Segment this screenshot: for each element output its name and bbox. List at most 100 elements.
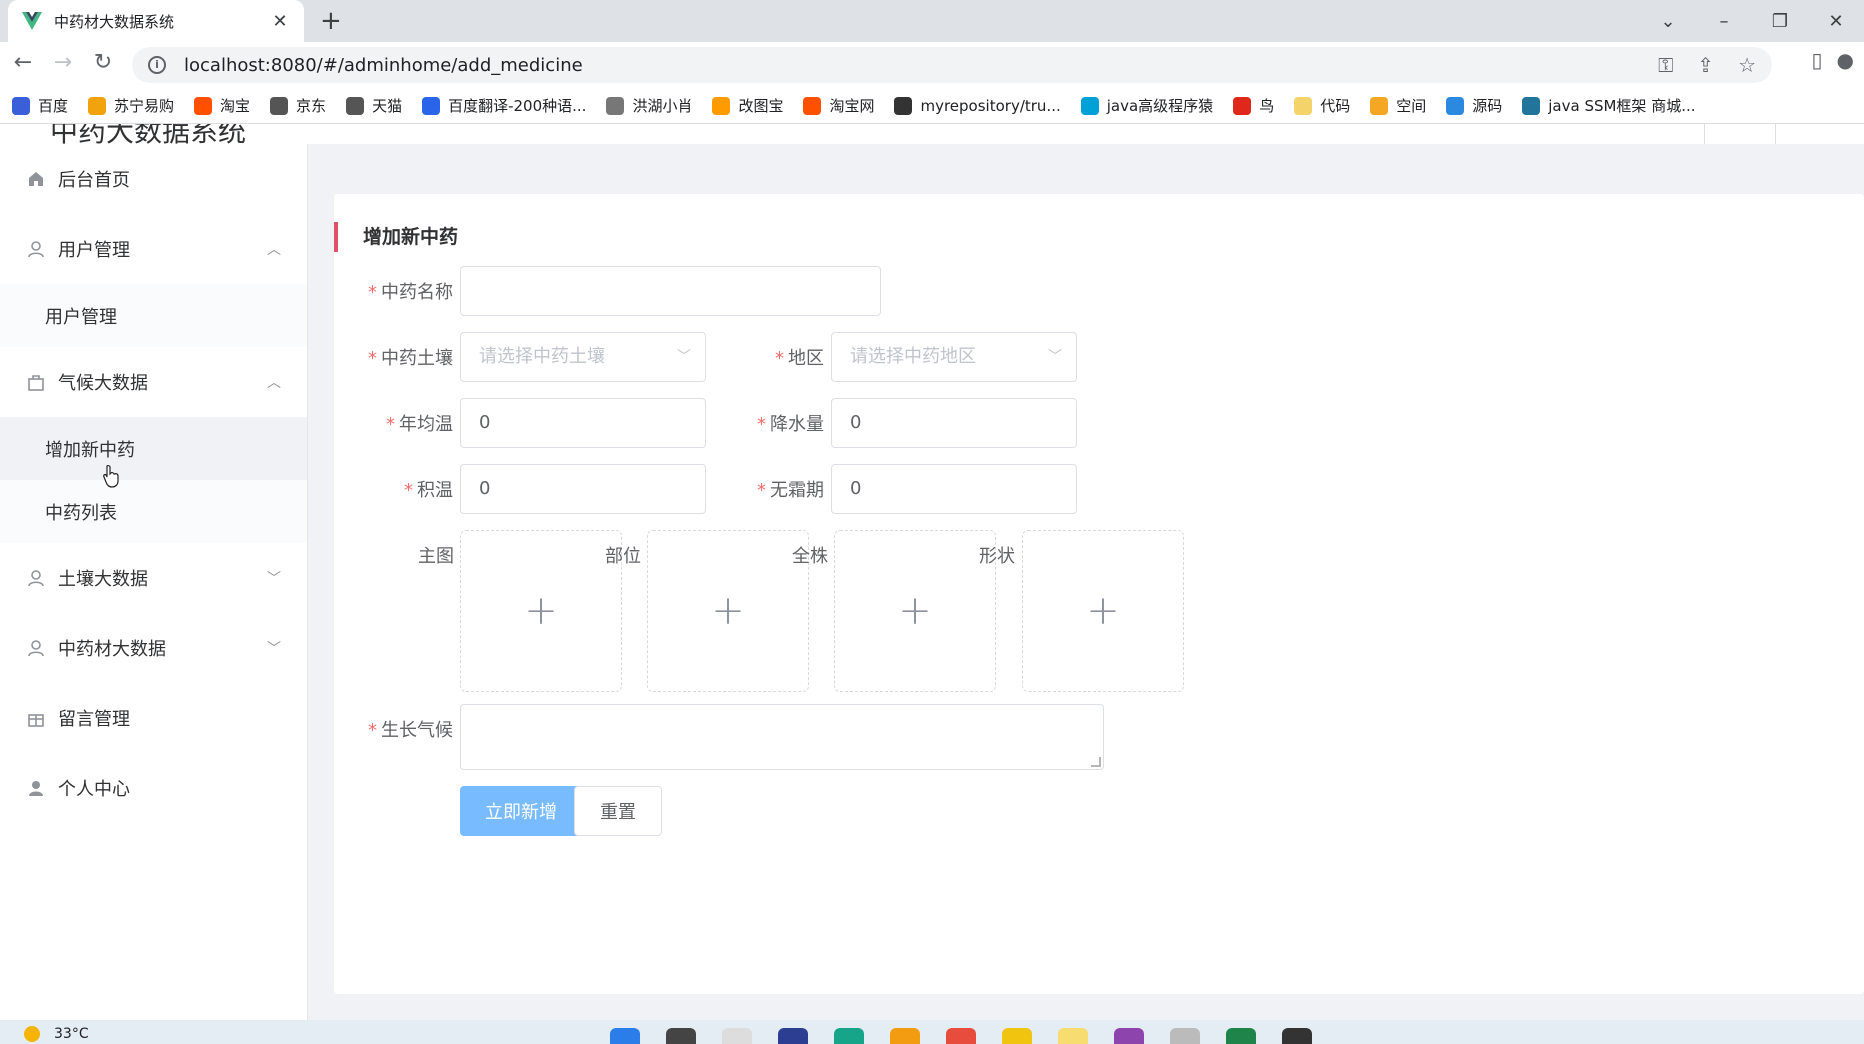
- bookmark-item[interactable]: myrepository/tru...: [894, 96, 1061, 115]
- bookmark-label: myrepository/tru...: [920, 96, 1061, 115]
- bookmark-favicon-icon: [712, 96, 731, 115]
- close-window-icon[interactable]: ✕: [1808, 11, 1864, 32]
- rainfall-input[interactable]: 0: [831, 398, 1077, 448]
- folder-icon[interactable]: [1002, 1028, 1032, 1044]
- sidebar-item-label: 气候大数据: [58, 373, 148, 394]
- sidebar-subitem-label: 中药列表: [45, 502, 117, 524]
- omnibox-actions: ⚿ ⇪ ☆: [1658, 53, 1756, 77]
- app-icon[interactable]: [1114, 1028, 1144, 1044]
- resize-handle-icon[interactable]: [1091, 757, 1101, 767]
- sidebar-subitem-user-management[interactable]: 用户管理: [0, 284, 307, 347]
- bookmark-item[interactable]: 代码: [1294, 95, 1350, 116]
- profile-icon[interactable]: ●: [1837, 48, 1854, 72]
- sidebar-subitem-add-medicine[interactable]: 增加新中药: [0, 417, 307, 480]
- search-icon[interactable]: [666, 1028, 696, 1044]
- bookmark-item[interactable]: 源码: [1446, 95, 1502, 116]
- edge-icon[interactable]: [834, 1028, 864, 1044]
- annual-temp-input[interactable]: 0: [460, 398, 706, 448]
- chevron-up-icon: ︿: [267, 242, 281, 258]
- forward-icon[interactable]: →: [48, 50, 78, 75]
- region-select[interactable]: 请选择中药地区 ﹀: [831, 332, 1077, 382]
- bookmark-label: 代码: [1320, 97, 1351, 115]
- bookmark-item[interactable]: 苏宁易购: [88, 95, 174, 116]
- taskview-icon[interactable]: [722, 1028, 752, 1044]
- bookmark-item[interactable]: 百度翻译-200种语...: [422, 95, 586, 116]
- bookmark-label: 鸟: [1259, 97, 1275, 115]
- close-tab-icon[interactable]: ✕: [270, 11, 290, 32]
- bookmark-item[interactable]: 淘宝: [194, 95, 250, 116]
- bookmark-item[interactable]: java SSM框架 商城...: [1522, 95, 1696, 116]
- url-text[interactable]: localhost:8080/#/adminhome/add_medicine: [184, 55, 583, 76]
- app-icon[interactable]: [1170, 1028, 1200, 1044]
- sidebar-item-label: 后台首页: [58, 170, 130, 191]
- browser-tab[interactable]: 中药材大数据系统 ✕: [8, 0, 304, 42]
- bookmark-item[interactable]: 空间: [1370, 95, 1426, 116]
- frost-label: * 无霜期: [757, 480, 824, 501]
- key-icon[interactable]: ⚿: [1658, 53, 1673, 77]
- minimize-icon[interactable]: –: [1696, 11, 1752, 32]
- address-bar[interactable]: i localhost:8080/#/adminhome/add_medicin…: [132, 47, 1772, 83]
- bookmark-item[interactable]: 洪湖小肖: [606, 95, 692, 116]
- app-icon[interactable]: [778, 1028, 808, 1044]
- upload-whole-image[interactable]: +: [834, 530, 996, 692]
- medicine-name-input[interactable]: [460, 266, 881, 316]
- bookmark-favicon-icon: [1370, 96, 1389, 115]
- site-info-icon[interactable]: i: [148, 56, 166, 74]
- reset-button[interactable]: 重置: [574, 786, 662, 836]
- sidebar-item-herb-data[interactable]: 中药材大数据 ﹀: [0, 613, 307, 683]
- bookmark-label: 百度: [38, 97, 69, 115]
- bookmark-item[interactable]: 天猫: [346, 95, 402, 116]
- star-icon[interactable]: ☆: [1738, 53, 1756, 77]
- sidebar-item-home[interactable]: 后台首页: [0, 144, 307, 214]
- bookmark-item[interactable]: 京东: [270, 95, 326, 116]
- weather-widget[interactable]: 33°C: [24, 1026, 89, 1042]
- windows-start-icon[interactable]: [610, 1028, 640, 1044]
- app-icon[interactable]: [1226, 1028, 1256, 1044]
- browser-tab-strip: 中药材大数据系统 ✕ + ⌄ – ❐ ✕: [0, 0, 1864, 42]
- share-icon[interactable]: ⇪: [1697, 53, 1714, 77]
- upload-main-image[interactable]: +: [460, 530, 622, 692]
- bookmark-item[interactable]: 鸟: [1233, 95, 1274, 116]
- bookmark-favicon-icon: [270, 96, 289, 115]
- new-tab-button[interactable]: +: [320, 6, 342, 36]
- app-icon[interactable]: [1058, 1028, 1088, 1044]
- reload-icon[interactable]: ↻: [88, 50, 118, 75]
- maximize-icon[interactable]: ❐: [1752, 11, 1808, 32]
- chrome-icon[interactable]: [946, 1028, 976, 1044]
- sidebar-item-soil-data[interactable]: 土壤大数据 ﹀: [0, 543, 307, 613]
- app-icon[interactable]: [890, 1028, 920, 1044]
- bookmark-favicon-icon: [803, 96, 822, 115]
- bookmark-item[interactable]: java高级程序猿: [1080, 95, 1213, 116]
- back-icon[interactable]: ←: [8, 50, 38, 75]
- upload-part-image[interactable]: +: [647, 530, 809, 692]
- bookmark-item[interactable]: 淘宝网: [803, 95, 874, 116]
- soil-select[interactable]: 请选择中药土壤 ﹀: [460, 332, 706, 382]
- sidepanel-icon[interactable]: ▯: [1812, 48, 1823, 72]
- user-icon: [26, 638, 46, 658]
- weather-temp: 33°C: [54, 1026, 89, 1042]
- tab-title: 中药材大数据系统: [54, 12, 175, 31]
- sidebar-item-profile[interactable]: 个人中心: [0, 753, 307, 823]
- bookmark-favicon-icon: [894, 96, 913, 115]
- sidebar-item-label: 土壤大数据: [58, 569, 148, 590]
- tab-search-icon[interactable]: ⌄: [1640, 11, 1696, 32]
- bookmark-favicon-icon: [1294, 96, 1313, 115]
- sidebar-subitem-medicine-list[interactable]: 中药列表: [0, 480, 307, 543]
- sidebar-item-messages[interactable]: 留言管理: [0, 683, 307, 753]
- terminal-icon[interactable]: [1282, 1028, 1312, 1044]
- sidebar-item-user-management[interactable]: 用户管理 ︿: [0, 214, 307, 284]
- accumulated-temp-input[interactable]: 0: [460, 464, 706, 514]
- plus-icon: +: [1086, 588, 1120, 634]
- sidebar-subitem-label: 增加新中药: [45, 439, 135, 461]
- submit-button[interactable]: 立即新增: [460, 786, 582, 836]
- bookmark-item[interactable]: 改图宝: [712, 95, 783, 116]
- bookmark-favicon-icon: [1080, 96, 1099, 115]
- chevron-down-icon: ﹀: [677, 349, 691, 365]
- sidebar-item-climate-data[interactable]: 气候大数据 ︿: [0, 347, 307, 417]
- frost-free-input[interactable]: 0: [831, 464, 1077, 514]
- os-taskbar: 33°C: [0, 1020, 1864, 1044]
- mouse-cursor-icon: [103, 464, 119, 488]
- bookmark-item[interactable]: 百度: [12, 95, 68, 116]
- upload-shape-image[interactable]: +: [1022, 530, 1184, 692]
- growth-climate-textarea[interactable]: [460, 704, 1104, 770]
